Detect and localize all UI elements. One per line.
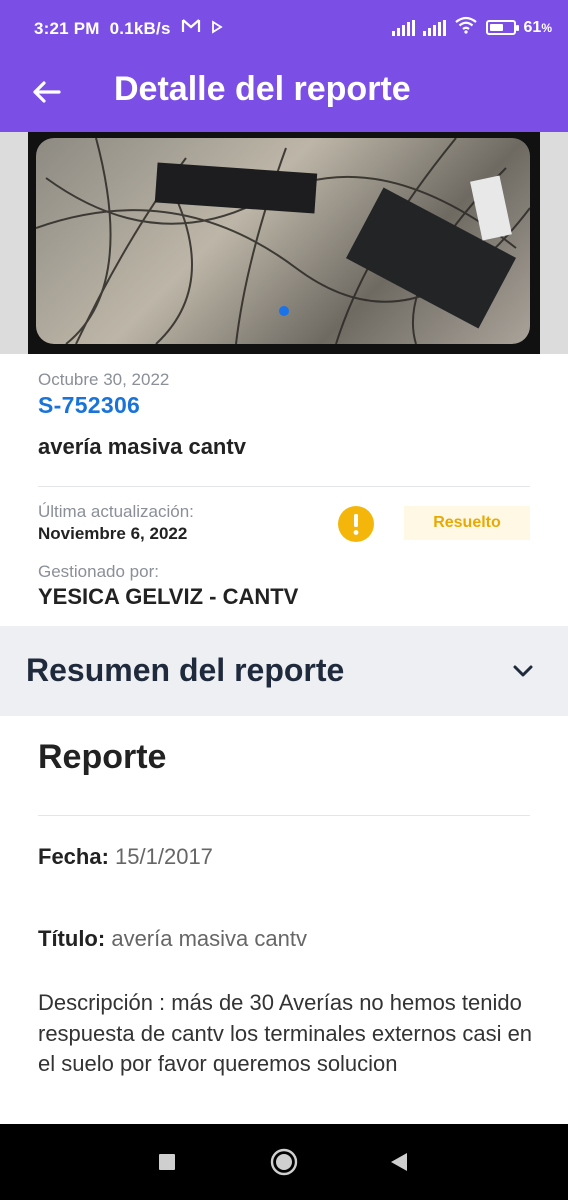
photo-indicator-dot (279, 306, 289, 316)
recents-icon[interactable] (154, 1148, 180, 1176)
report-description: Descripción : más de 30 Averías no hemos… (38, 990, 533, 1076)
battery-icon (485, 20, 519, 35)
managed-by-value: YESICA GELVIZ - CANTV (38, 584, 299, 609)
chevron-down-icon[interactable] (510, 658, 536, 684)
titulo-value: avería masiva cantv (111, 926, 307, 951)
app-bar: Detalle del reporte (0, 52, 568, 132)
report-photo[interactable] (28, 132, 540, 354)
wifi-icon (454, 16, 478, 39)
report-code: S-752306 (38, 392, 141, 418)
fecha-row: Fecha: 15/1/2017 (38, 844, 213, 870)
back-icon[interactable] (386, 1148, 412, 1176)
report-details: Reporte Fecha: 15/1/2017 Título: avería … (0, 716, 568, 1124)
section-title: Reporte (38, 738, 167, 776)
home-icon[interactable] (268, 1148, 300, 1176)
back-button[interactable] (28, 74, 64, 110)
play-icon (211, 19, 223, 39)
signal-icon (391, 19, 415, 36)
summary-title: Resumen del reporte (26, 652, 345, 688)
gmail-icon (181, 18, 201, 39)
system-nav-bar (0, 1124, 568, 1200)
page-title: Detalle del reporte (114, 70, 411, 108)
report-title: avería masiva cantv (38, 434, 246, 459)
status-time: 3:21 PM (34, 18, 100, 38)
alert-icon (338, 506, 374, 542)
status-left: 3:21 PM 0.1kB/s (34, 18, 223, 39)
arrow-left-icon (33, 81, 61, 103)
status-right: 61% (391, 16, 552, 39)
managed-by-label: Gestionado por: (38, 562, 159, 581)
last-update-label: Última actualización: (38, 502, 194, 521)
battery-percent: 61% (523, 18, 552, 36)
report-photo-area (0, 132, 568, 354)
status-badge: Resuelto (404, 506, 530, 540)
last-update-value: Noviembre 6, 2022 (38, 524, 188, 543)
status-bar: 3:21 PM 0.1kB/s 61% (0, 0, 568, 52)
report-info: Octubre 30, 2022 S-752306 avería masiva … (0, 354, 568, 626)
fecha-value: 15/1/2017 (115, 844, 213, 869)
fecha-label: Fecha: (38, 844, 109, 869)
signal-icon (422, 19, 446, 36)
report-date: Octubre 30, 2022 (38, 370, 170, 389)
battery-level (489, 24, 503, 31)
titulo-row: Título: avería masiva cantv (38, 926, 307, 952)
titulo-label: Título: (38, 926, 106, 951)
divider (38, 486, 530, 487)
network-speed: 0.1kB/s (109, 18, 171, 38)
app-header: 3:21 PM 0.1kB/s 61% Detalle del reporte (0, 0, 568, 132)
summary-toggle[interactable]: Resumen del reporte (0, 626, 568, 716)
divider (38, 815, 530, 816)
